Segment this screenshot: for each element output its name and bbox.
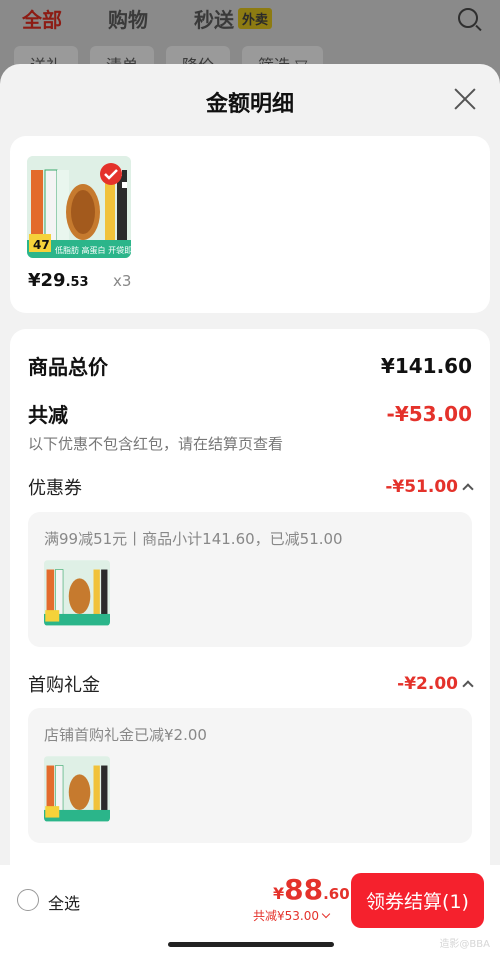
product-image[interactable]: 47 低脂肪 高蛋白 开袋即食: [27, 156, 131, 258]
goods-total-row: 商品总价 ¥141.60: [28, 351, 472, 380]
product-quantity: x3: [113, 272, 132, 290]
discount-value: -¥53.00: [386, 401, 472, 426]
price-detail-card: 商品总价 ¥141.60 共减 -¥53.00 以下优惠不包含红包，请在结算页查…: [10, 329, 490, 889]
coupon-detail-text: 满99减51元丨商品小计141.60，已减51.00: [44, 530, 343, 548]
search-icon[interactable]: [458, 8, 478, 28]
first-purchase-value-wrap: -¥2.00: [397, 674, 474, 694]
tab-shopping[interactable]: 购物: [108, 4, 148, 33]
background-tabs: 全部 购物 秒送 外卖: [22, 4, 273, 33]
discount-row: 共减 -¥53.00: [28, 399, 472, 428]
coupon-row[interactable]: 优惠券 -¥51.00: [28, 474, 474, 500]
image-badge: 47: [33, 238, 50, 252]
goods-total-label: 商品总价: [28, 355, 108, 379]
select-all-label[interactable]: 全选: [48, 890, 80, 914]
total-dec: .60: [323, 885, 350, 903]
watermark: 造影@BBA: [439, 939, 490, 950]
discount-note: 以下优惠不包含红包，请在结算页查看: [28, 435, 284, 453]
tab-instant-label: 秒送: [194, 8, 234, 32]
checkout-bar: 全选 ¥88.60 共减¥53.00 领券结算(1) 造影@BBA: [0, 865, 500, 957]
tab-instant[interactable]: 秒送 外卖: [194, 4, 273, 33]
tab-all[interactable]: 全部: [22, 4, 62, 33]
home-indicator: [168, 942, 334, 947]
chevron-up-icon[interactable]: [462, 680, 474, 692]
product-card: 47 低脂肪 高蛋白 开袋即食 ¥29.53 x3: [10, 136, 490, 313]
coupon-detail-box: 满99减51元丨商品小计141.60，已减51.00: [28, 512, 472, 647]
first-purchase-detail-box: 店铺首购礼金已减¥2.00: [28, 708, 472, 843]
image-caption: 低脂肪 高蛋白 开袋即食: [55, 245, 131, 255]
discount-label: 共减: [28, 403, 68, 427]
first-purchase-label: 首购礼金: [28, 675, 100, 696]
total-price: ¥88.60: [273, 873, 350, 906]
goods-total-value: ¥141.60: [380, 353, 472, 378]
first-purchase-product-thumbnail: [44, 756, 110, 822]
coupon-label: 优惠券: [28, 478, 82, 499]
total-discount[interactable]: 共减¥53.00: [253, 907, 331, 924]
product-price-dec: .53: [65, 275, 89, 290]
product-price: ¥29.53: [28, 270, 89, 291]
coupon-product-thumbnail: [44, 560, 110, 626]
chevron-up-icon[interactable]: [462, 483, 474, 495]
coupon-value-wrap: -¥51.00: [385, 477, 474, 497]
select-all-checkbox[interactable]: [17, 889, 39, 911]
chevron-down-icon: [321, 909, 331, 919]
total-int: 88: [284, 873, 324, 906]
close-icon[interactable]: [452, 86, 478, 112]
first-purchase-detail-text: 店铺首购礼金已减¥2.00: [44, 726, 207, 744]
amount-detail-sheet: 金额明细 47 低脂肪 高蛋白 开袋即食: [0, 64, 500, 957]
product-price-int: ¥29: [28, 270, 66, 291]
thumbnail-art: [44, 560, 110, 626]
first-purchase-value: -¥2.00: [397, 674, 458, 694]
total-yen: ¥: [273, 884, 285, 903]
thumbnail-art: [44, 756, 110, 822]
checkout-button[interactable]: 领券结算(1): [351, 873, 484, 928]
sheet-title: 金额明细: [205, 92, 294, 117]
first-purchase-row[interactable]: 首购礼金 -¥2.00: [28, 671, 474, 697]
product-image-art: 47 低脂肪 高蛋白 开袋即食: [27, 156, 131, 258]
takeout-tag: 外卖: [238, 8, 273, 29]
total-discount-text: 共减¥53.00: [253, 909, 319, 923]
coupon-value: -¥51.00: [385, 477, 458, 497]
